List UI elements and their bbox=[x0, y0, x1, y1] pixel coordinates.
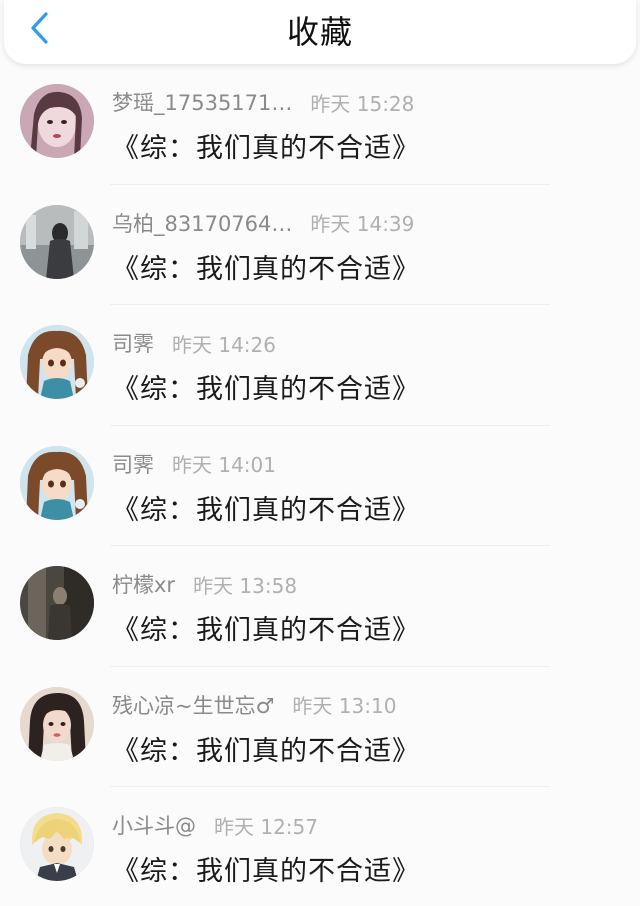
favorites-page: 收藏 梦瑶_17535171… 昨天 15:28 《综：我们真的不合适》 乌柏_… bbox=[0, 0, 640, 906]
list-item[interactable]: 小斗斗@ 昨天 12:57 《综：我们真的不合适》 bbox=[0, 787, 640, 906]
item-title[interactable]: 《综：我们真的不合适》 bbox=[112, 849, 420, 888]
item-meta: 司霁 昨天 14:26 bbox=[112, 329, 276, 357]
list-item[interactable]: 柠檬xr 昨天 13:58 《综：我们真的不合适》 bbox=[0, 546, 640, 667]
timestamp: 昨天 13:10 bbox=[292, 694, 397, 718]
username[interactable]: 司霁 bbox=[112, 449, 154, 479]
username[interactable]: 小斗斗@ bbox=[112, 810, 196, 840]
timestamp: 昨天 14:26 bbox=[172, 332, 276, 357]
item-title[interactable]: 《综：我们真的不合适》 bbox=[112, 126, 420, 165]
timestamp: 昨天 12:57 bbox=[214, 814, 318, 839]
avatar[interactable] bbox=[20, 807, 94, 881]
item-meta: 乌柏_83170764… 昨天 14:39 bbox=[112, 209, 414, 237]
avatar[interactable] bbox=[20, 445, 94, 520]
avatar[interactable] bbox=[20, 84, 94, 158]
username[interactable]: 残心凉~生世忘♂ bbox=[112, 690, 274, 720]
list-item[interactable]: 残心凉~生世忘♂ 昨天 13:10 《综：我们真的不合适》 bbox=[0, 667, 640, 787]
item-title[interactable]: 《综：我们真的不合适》 bbox=[112, 608, 420, 647]
item-meta: 司霁 昨天 14:01 bbox=[112, 450, 276, 478]
avatar[interactable] bbox=[20, 204, 94, 279]
list-item[interactable]: 司霁 昨天 14:01 《综：我们真的不合适》 bbox=[0, 426, 640, 546]
item-meta: 梦瑶_17535171… 昨天 15:28 bbox=[112, 88, 414, 116]
item-title[interactable]: 《综：我们真的不合适》 bbox=[112, 729, 420, 768]
username[interactable]: 柠檬xr bbox=[112, 569, 175, 599]
item-meta: 柠檬xr 昨天 13:58 bbox=[112, 570, 297, 598]
list-item[interactable]: 乌柏_83170764… 昨天 14:39 《综：我们真的不合适》 bbox=[0, 185, 640, 305]
item-title[interactable]: 《综：我们真的不合适》 bbox=[112, 247, 420, 286]
list-item[interactable]: 梦瑶_17535171… 昨天 15:28 《综：我们真的不合适》 bbox=[0, 64, 640, 185]
item-title[interactable]: 《综：我们真的不合适》 bbox=[112, 488, 420, 527]
username[interactable]: 乌柏_83170764… bbox=[112, 208, 292, 238]
username[interactable]: 司霁 bbox=[112, 328, 154, 358]
page-title: 收藏 bbox=[286, 13, 353, 51]
avatar[interactable] bbox=[20, 686, 94, 761]
favorites-list: 梦瑶_17535171… 昨天 15:28 《综：我们真的不合适》 乌柏_831… bbox=[0, 64, 640, 906]
item-meta: 残心凉~生世忘♂ 昨天 13:10 bbox=[112, 691, 396, 719]
timestamp: 昨天 14:01 bbox=[172, 453, 276, 477]
header-bar: 收藏 bbox=[4, 0, 636, 64]
avatar[interactable] bbox=[20, 566, 94, 640]
avatar[interactable] bbox=[20, 325, 94, 399]
timestamp: 昨天 14:39 bbox=[310, 212, 415, 236]
timestamp: 昨天 15:28 bbox=[310, 91, 415, 116]
username[interactable]: 梦瑶_17535171… bbox=[112, 87, 292, 117]
item-title[interactable]: 《综：我们真的不合适》 bbox=[112, 367, 420, 406]
timestamp: 昨天 13:58 bbox=[193, 573, 298, 598]
list-item[interactable]: 司霁 昨天 14:26 《综：我们真的不合适》 bbox=[0, 305, 640, 426]
item-meta: 小斗斗@ 昨天 12:57 bbox=[112, 811, 318, 839]
